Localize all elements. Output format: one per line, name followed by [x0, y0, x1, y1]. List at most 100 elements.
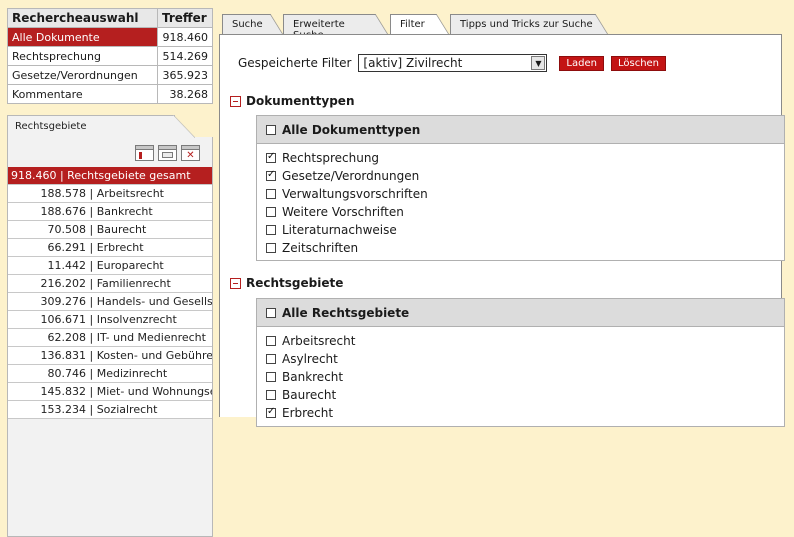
- rechtsgebiet-option[interactable]: Arbeitsrecht: [266, 332, 784, 350]
- delete-button[interactable]: Löschen: [610, 55, 667, 71]
- rechtsgebiet-item[interactable]: 309.276 | Handels- und Gesellsc: [8, 293, 212, 311]
- rechtsgebiete-toolbar: ✕: [8, 137, 212, 167]
- dokumenttyp-option-label: Verwaltungsvorschriften: [282, 187, 428, 201]
- selection-label[interactable]: Kommentare: [7, 84, 158, 104]
- checkbox[interactable]: [266, 243, 276, 253]
- rechtsgebiet-label: Medizinrecht: [96, 367, 168, 380]
- separator: |: [86, 187, 97, 200]
- rechtsgebiet-label: Sozialrecht: [96, 403, 158, 416]
- rechtsgebiet-option[interactable]: Asylrecht: [266, 350, 784, 368]
- selection-row-kommentare[interactable]: Kommentare 38.268: [7, 84, 213, 104]
- section-dokumenttypen[interactable]: Dokumenttypen: [230, 94, 354, 108]
- group-title: Alle Dokumenttypen: [282, 122, 421, 137]
- rechtsgebiet-count: 145.832: [40, 385, 87, 398]
- rechtsgebiet-count: 309.276: [40, 295, 87, 308]
- rechtsgebiet-option-label: Arbeitsrecht: [282, 334, 356, 348]
- search-selection-table: Rechercheauswahl Treffer Alle Dokumente …: [7, 8, 213, 104]
- rechtsgebiet-option[interactable]: Bankrecht: [266, 368, 784, 386]
- rechtsgebiet-option-label: Erbrecht: [282, 406, 334, 420]
- separator: |: [86, 313, 97, 326]
- rechtsgebiet-item[interactable]: 145.832 | Miet- und Wohnungse: [8, 383, 212, 401]
- expand-icon[interactable]: [135, 145, 154, 161]
- checkbox-all-rechtsgebiete[interactable]: [266, 307, 276, 318]
- dokumenttyp-option[interactable]: Verwaltungsvorschriften: [266, 185, 784, 203]
- rechtsgebiet-label: Kosten- und Gebühre: [96, 349, 212, 362]
- checkbox[interactable]: [266, 207, 276, 217]
- rechtsgebiet-item[interactable]: 80.746 | Medizinrecht: [8, 365, 212, 383]
- rechtsgebiet-item[interactable]: 66.291 | Erbrecht: [8, 239, 212, 257]
- rechtsgebiet-label: Europarecht: [96, 259, 164, 272]
- group-header-dokumenttypen: Alle Dokumenttypen: [256, 115, 785, 144]
- group-header-rechtsgebiete: Alle Rechtsgebiete: [256, 298, 785, 327]
- separator: |: [86, 403, 97, 416]
- checkbox[interactable]: [266, 169, 276, 181]
- saved-filter-value: [aktiv] Zivilrecht: [363, 56, 463, 70]
- rechtsgebiet-item[interactable]: 188.578 | Arbeitsrecht: [8, 185, 212, 203]
- rechtsgebiet-option[interactable]: Erbrecht: [266, 404, 784, 422]
- selection-row-all[interactable]: Alle Dokumente 918.460: [7, 27, 213, 47]
- checkbox[interactable]: [266, 354, 276, 364]
- rechtsgebiet-item[interactable]: 62.208 | IT- und Medienrecht: [8, 329, 212, 347]
- rechtsgebiet-label: Handels- und Gesellsc: [96, 295, 212, 308]
- rechtsgebiet-label: Erbrecht: [96, 241, 144, 254]
- selection-count: 918.460: [157, 27, 213, 47]
- rechtsgebiet-item[interactable]: 106.671 | Insolvenzrecht: [8, 311, 212, 329]
- dokumenttyp-option-label: Rechtsprechung: [282, 151, 380, 165]
- checkbox[interactable]: [266, 372, 276, 382]
- rechtsgebiet-item[interactable]: 70.508 | Baurecht: [8, 221, 212, 239]
- load-button[interactable]: Laden: [559, 55, 604, 71]
- rechtsgebiet-item[interactable]: 153.234 | Sozialrecht: [8, 401, 212, 419]
- selection-label[interactable]: Gesetze/Verordnungen: [7, 65, 158, 85]
- rechtsgebiet-option-label: Bankrecht: [282, 370, 344, 384]
- dokumenttyp-option[interactable]: Gesetze/Verordnungen: [266, 167, 784, 185]
- collapse-icon[interactable]: [230, 95, 241, 107]
- tab-tipps[interactable]: Tipps und Tricks zur Suche: [450, 14, 608, 35]
- window-icon[interactable]: [158, 145, 177, 161]
- rechtsgebiet-label: Familienrecht: [96, 277, 171, 290]
- checkbox[interactable]: [266, 151, 276, 163]
- dokumenttyp-option[interactable]: Weitere Vorschriften: [266, 203, 784, 221]
- selection-row-rechtsprechung[interactable]: Rechtsprechung 514.269: [7, 46, 213, 66]
- selection-label[interactable]: Alle Dokumente: [7, 27, 158, 47]
- rechtsgebiet-count: 80.746: [47, 367, 87, 380]
- tab-rechtsgebiete[interactable]: Rechtsgebiete: [7, 115, 175, 138]
- rechtsgebiet-count: 136.831: [40, 349, 87, 362]
- rechtsgebiet-item[interactable]: 11.442 | Europarecht: [8, 257, 212, 275]
- separator: |: [86, 223, 97, 236]
- tab-erweiterte-suche[interactable]: Erweiterte Suche: [283, 14, 388, 41]
- rechtsgebiet-label: Insolvenzrecht: [96, 313, 177, 326]
- selection-label[interactable]: Rechtsprechung: [7, 46, 158, 66]
- checkbox[interactable]: [266, 189, 276, 199]
- rechtsgebiet-item[interactable]: 188.676 | Bankrecht: [8, 203, 212, 221]
- selection-count: 38.268: [157, 84, 213, 104]
- section-rechtsgebiete[interactable]: Rechtsgebiete: [230, 276, 343, 290]
- checkbox[interactable]: [266, 390, 276, 400]
- checkbox[interactable]: [266, 225, 276, 235]
- group-title: Alle Rechtsgebiete: [282, 305, 410, 320]
- tab-label: Tipps und Tricks zur Suche: [460, 19, 593, 30]
- dokumenttyp-option[interactable]: Rechtsprechung: [266, 149, 784, 167]
- separator: |: [86, 349, 97, 362]
- rechtsgebiet-option[interactable]: Baurecht: [266, 386, 784, 404]
- chevron-down-icon[interactable]: ▼: [531, 56, 546, 70]
- separator: |: [86, 259, 97, 272]
- dokumenttyp-option[interactable]: Zeitschriften: [266, 239, 784, 257]
- dokumenttyp-option[interactable]: Literaturnachweise: [266, 221, 784, 239]
- left-panel: Rechercheauswahl Treffer Alle Dokumente …: [7, 8, 213, 537]
- separator: |: [86, 295, 97, 308]
- rechtsgebiet-label: Bankrecht: [96, 205, 153, 218]
- tab-filter[interactable]: Filter: [390, 14, 449, 36]
- selection-row-gesetze[interactable]: Gesetze/Verordnungen 365.923: [7, 65, 213, 85]
- rechtsgebiete-total[interactable]: 918.460 | Rechtsgebiete gesamt: [8, 167, 212, 185]
- rechtsgebiet-item[interactable]: 136.831 | Kosten- und Gebühre: [8, 347, 212, 365]
- saved-filter-select[interactable]: [aktiv] Zivilrecht ▼: [358, 54, 548, 72]
- close-icon[interactable]: ✕: [181, 145, 200, 161]
- rechtsgebiet-item[interactable]: 216.202 | Familienrecht: [8, 275, 212, 293]
- checkbox-all-dokumenttypen[interactable]: [266, 124, 276, 135]
- selection-count: 514.269: [157, 46, 213, 66]
- collapse-icon[interactable]: [230, 277, 241, 289]
- separator: |: [86, 385, 97, 398]
- checkbox[interactable]: [266, 336, 276, 346]
- tab-suche[interactable]: Suche: [222, 14, 283, 35]
- section-title: Dokumenttypen: [246, 94, 355, 108]
